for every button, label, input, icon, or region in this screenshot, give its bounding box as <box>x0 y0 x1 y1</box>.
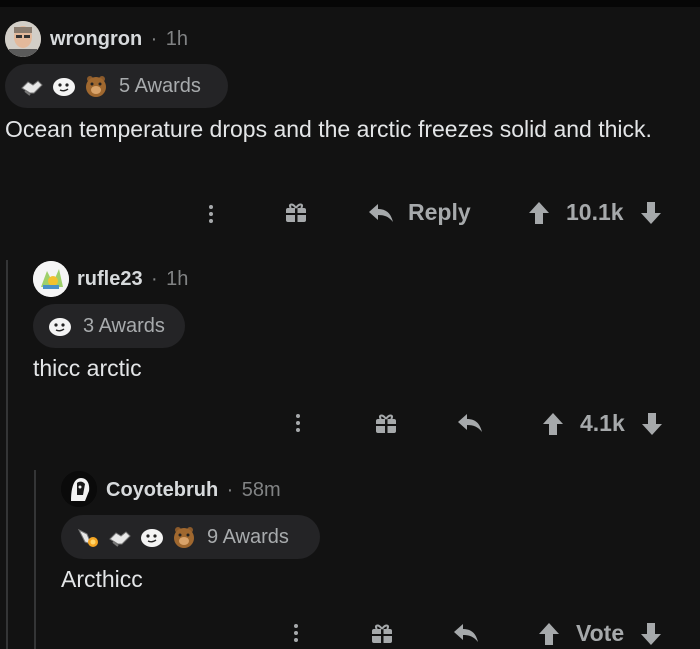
reply-button[interactable]: Reply <box>368 199 471 226</box>
more-options-button[interactable] <box>294 621 298 645</box>
username[interactable]: rufle23 <box>77 268 143 290</box>
avatar[interactable] <box>5 21 41 57</box>
comment-body: thicc arctic <box>33 355 142 381</box>
awards-count: 3 Awards <box>83 314 165 337</box>
awards-pill[interactable]: 9 Awards <box>61 515 320 559</box>
more-options-button[interactable] <box>209 202 213 226</box>
doge-face-award-icon <box>141 529 163 547</box>
reply-label: Reply <box>408 199 471 225</box>
upvote-icon[interactable] <box>542 412 564 436</box>
avatar[interactable] <box>61 471 97 507</box>
gift-icon[interactable] <box>284 200 308 224</box>
downvote-icon[interactable] <box>640 622 662 646</box>
doge-face-award-icon <box>53 78 75 96</box>
doge-face-award-icon <box>49 318 71 336</box>
comment-body: Ocean temperature drops and the arctic f… <box>5 116 652 142</box>
handshake-award-icon <box>21 80 43 96</box>
awards-count: 5 Awards <box>119 74 201 97</box>
separator: · <box>151 268 158 290</box>
comment-body: Arcthicc <box>61 566 143 592</box>
timestamp: 1h <box>165 28 189 50</box>
avatar[interactable] <box>33 261 69 297</box>
separator: · <box>226 479 234 501</box>
vote-controls: Vote <box>538 620 662 647</box>
gift-icon[interactable] <box>374 411 398 435</box>
thread-line[interactable] <box>34 470 36 649</box>
upvote-icon[interactable] <box>528 201 550 225</box>
top-bar <box>0 0 700 7</box>
separator: · <box>150 28 158 50</box>
timestamp: 1h <box>166 268 189 290</box>
username[interactable]: wrongron <box>50 28 142 50</box>
awards-count: 9 Awards <box>207 525 289 548</box>
score: 10.1k <box>566 199 624 225</box>
reply-button[interactable] <box>453 622 479 644</box>
score: Vote <box>576 620 625 646</box>
bear-award-icon <box>86 76 106 97</box>
timestamp: 58m <box>241 479 281 501</box>
more-options-button[interactable] <box>296 411 300 435</box>
username[interactable]: Coyotebruh <box>106 479 218 501</box>
awards-pill[interactable]: 5 Awards <box>5 64 228 108</box>
bear-award-icon <box>174 527 194 548</box>
reply-button[interactable] <box>457 412 483 434</box>
thread-line[interactable] <box>6 260 8 649</box>
vote-controls: 10.1k <box>528 199 662 226</box>
downvote-icon[interactable] <box>640 201 662 225</box>
handshake-award-icon <box>109 531 131 547</box>
downvote-icon[interactable] <box>641 412 663 436</box>
rocket-like-award-icon <box>77 528 98 547</box>
upvote-icon[interactable] <box>538 622 560 646</box>
vote-controls: 4.1k <box>542 410 663 437</box>
score: 4.1k <box>580 410 625 436</box>
gift-icon[interactable] <box>370 621 394 645</box>
awards-pill[interactable]: 3 Awards <box>33 304 185 348</box>
reply-arrow-icon <box>369 203 393 222</box>
